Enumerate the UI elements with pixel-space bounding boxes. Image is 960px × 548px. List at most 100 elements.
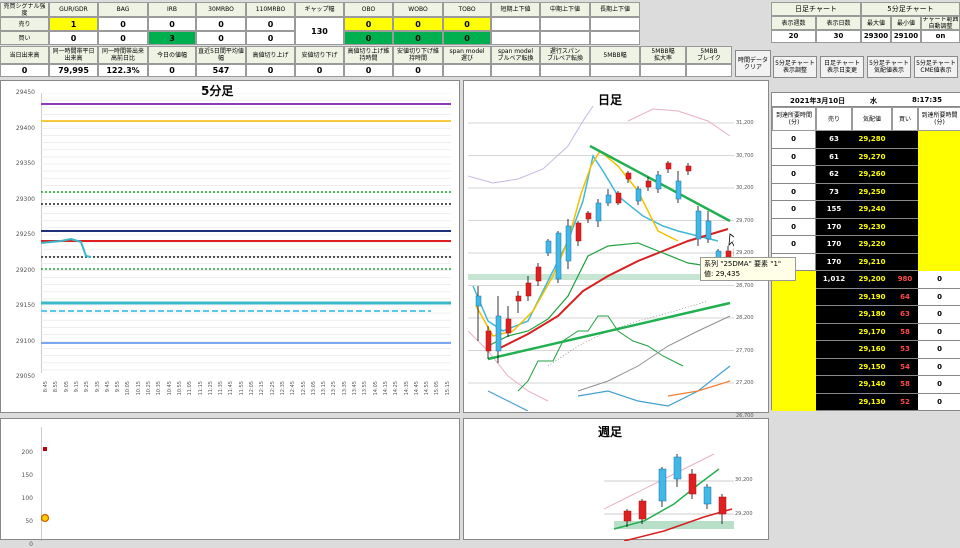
orderbook-cell-10-3: 63 — [892, 306, 918, 324]
daily-candle — [565, 219, 572, 269]
signal-header-0: 売買シグナル強度 — [0, 2, 49, 17]
5min-cme-button[interactable]: 5分足チャート CME値表示 — [914, 56, 958, 78]
orderbook-cell-2-4 — [918, 166, 960, 184]
orderbook-cell-7-1: 170 — [816, 253, 852, 271]
buy-value-4: 0 — [246, 31, 295, 45]
orderbook-cell-5-0: 0 — [772, 218, 816, 236]
daily-green-upper — [468, 105, 594, 184]
stats-header-4: 直近5日間平均値 幅 — [196, 46, 246, 64]
stats-value-11 — [540, 64, 590, 77]
5min-x-label-9: 10:15 — [135, 381, 142, 396]
5min-y-label-5: 29200 — [15, 266, 35, 274]
stats-value-8: 0 — [393, 64, 443, 77]
orderbook-cell-12-0 — [772, 341, 816, 359]
orderbook-cell-0-3 — [892, 131, 918, 149]
orderbook-cell-5-4 — [918, 218, 960, 236]
buy-value-2: 3 — [148, 31, 196, 45]
5min-x-label-34: 14:25 — [393, 381, 400, 396]
buy-value-6: 0 — [344, 31, 393, 45]
signal-header-4: 30MRBO — [196, 2, 246, 17]
orderbook-cell-13-4: 0 — [918, 358, 960, 376]
chart-setting-value-4[interactable]: on — [921, 30, 960, 43]
orderbook-cell-11-4: 0 — [918, 323, 960, 341]
5min-x-label-30: 13:45 — [352, 381, 358, 396]
sell-label: 売り — [0, 17, 49, 31]
orderbook-cell-12-4: 0 — [918, 341, 960, 359]
5min-x-label-23: 12:35 — [279, 381, 286, 396]
orderbook-cell-8-1: 1,012 — [816, 271, 852, 289]
daily-y-label-1: 30,700 — [736, 152, 754, 159]
5min-x-label-11: 10:35 — [156, 381, 163, 396]
5min-chart-adjust-button[interactable]: 5分足チャート 表示調整 — [773, 56, 817, 78]
stats-value-5: 0 — [246, 64, 295, 77]
buy-value-9 — [491, 31, 540, 45]
stats-header-3: 今日の値幅 — [148, 46, 196, 64]
stats-header-1: 同一時間帯平日 出来高 — [49, 46, 98, 64]
stats-header-12: 5MBB幅 — [590, 46, 640, 64]
daily-candle — [665, 161, 672, 173]
5min-x-label-21: 12:15 — [259, 381, 266, 396]
chart-setting-value-3[interactable]: 29100 — [891, 30, 921, 43]
orderbook-date: 2021年3月10日 — [790, 97, 846, 105]
sell-value-10 — [540, 17, 590, 31]
volume-y-label-3: 50 — [25, 518, 33, 525]
weekly-candle — [688, 469, 697, 499]
daily-candle — [655, 171, 662, 193]
buy-value-10 — [540, 31, 590, 45]
orderbook-cell-13-0 — [772, 358, 816, 376]
chart-setting-value-0[interactable]: 20 — [771, 30, 816, 43]
5min-y-label-1: 29400 — [15, 124, 35, 132]
volume-y-label-0: 200 — [21, 449, 33, 456]
5min-x-label-24: 12:45 — [290, 381, 297, 396]
daily-tooltip-line1: 系列 "25DMA" 要素 "1" — [704, 260, 782, 268]
daily-chart-date-button[interactable]: 日足チャート 表示日変更 — [820, 56, 864, 78]
5min-y-label-2: 29350 — [15, 160, 35, 167]
stats-value-12 — [590, 64, 640, 77]
sell-value-0: 1 — [49, 17, 98, 31]
5min-x-label-25: 12:55 — [300, 381, 307, 396]
5min-x-label-31: 13:55 — [362, 381, 369, 396]
sell-value-9 — [491, 17, 540, 31]
orderbook-header-2: 気配値 — [852, 107, 892, 131]
volume-plot — [41, 427, 50, 541]
orderbook-cell-15-4: 0 — [918, 393, 960, 411]
orderbook-cell-9-3: 64 — [892, 288, 918, 306]
5min-x-label-17: 11:35 — [218, 381, 225, 396]
stats-value-13 — [640, 64, 686, 77]
buy-label: 買い — [0, 31, 49, 45]
stats-value-7: 0 — [344, 64, 393, 77]
signal-header-2: BAG — [98, 2, 148, 17]
volume-y-label-2: 100 — [21, 495, 33, 502]
orderbook-cell-3-1: 73 — [816, 183, 852, 201]
5min-x-label-8: 10:05 — [125, 381, 132, 396]
5min-y-label-0: 29450 — [15, 89, 35, 96]
5min-x-label-1: 8:55 — [53, 381, 60, 393]
stats-value-6: 0 — [295, 64, 344, 77]
5min-x-label-18: 11:45 — [228, 381, 235, 396]
5min-x-label-4: 9:25 — [84, 381, 91, 393]
chart-setting-sub-1: 表示日数 — [816, 16, 861, 30]
stats-value-1: 79,995 — [49, 64, 98, 77]
5min-x-label-3: 9:15 — [73, 381, 80, 393]
signal-header-5: 110MRBO — [246, 2, 295, 17]
stats-header-2: 同一時間帯出来 高前日比 — [98, 46, 148, 64]
volume-marker — [41, 513, 50, 523]
chart-setting-value-2[interactable]: 29300 — [861, 30, 891, 43]
5min-plot — [41, 93, 451, 373]
daily-plot — [468, 105, 734, 411]
stats-header-0: 当日出来高 — [0, 46, 49, 64]
5min-x-label-7: 9:55 — [115, 381, 122, 393]
sell-value-6: 0 — [344, 17, 393, 31]
5min-quote-button[interactable]: 5分足チャート 気配値表示 — [867, 56, 911, 78]
buy-value-1: 0 — [98, 31, 148, 45]
5min-x-label-20: 12:05 — [249, 381, 255, 396]
clear-time-data-button[interactable]: 時間データ クリア — [735, 50, 771, 77]
orderbook-header-4: 到達所要時間 (分) — [918, 107, 960, 131]
chart-setting-value-1[interactable]: 30 — [816, 30, 861, 43]
5min-x-axis: 8:45 8:55 9:05 9:15 9:25 9:35 9:45 9:55 10:05 10:… — [43, 381, 453, 411]
orderbook-header-3: 買い — [892, 107, 918, 131]
sell-value-11 — [590, 17, 640, 31]
orderbook-cell-0-4 — [918, 131, 960, 149]
orderbook-panel: 2021年3月10日 水 8:17:35 到達所要時間 (分) 売り 気配値 買い 到達… — [771, 92, 960, 411]
daily-dotted-trend — [547, 300, 709, 367]
